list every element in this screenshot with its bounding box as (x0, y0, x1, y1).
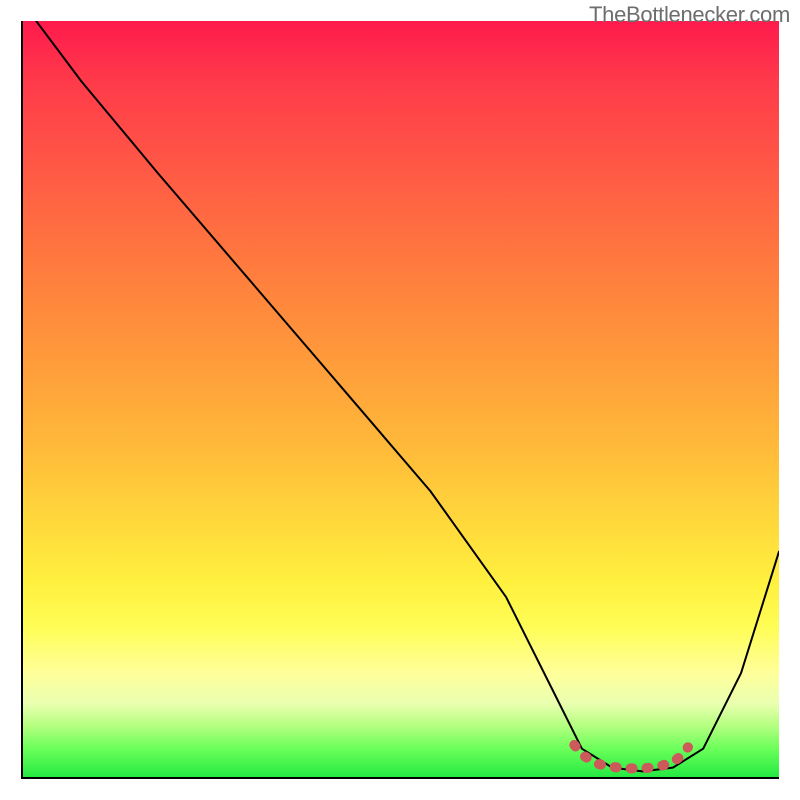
watermark-text: TheBottlenecker.com (589, 2, 790, 28)
bottleneck-chart: TheBottlenecker.com (0, 0, 800, 800)
plot-area (21, 21, 779, 779)
optimal-range-marker (574, 745, 688, 769)
curve-layer (21, 21, 779, 779)
bottleneck-curve (36, 21, 779, 771)
x-axis-line (21, 777, 779, 779)
y-axis-line (21, 21, 23, 779)
